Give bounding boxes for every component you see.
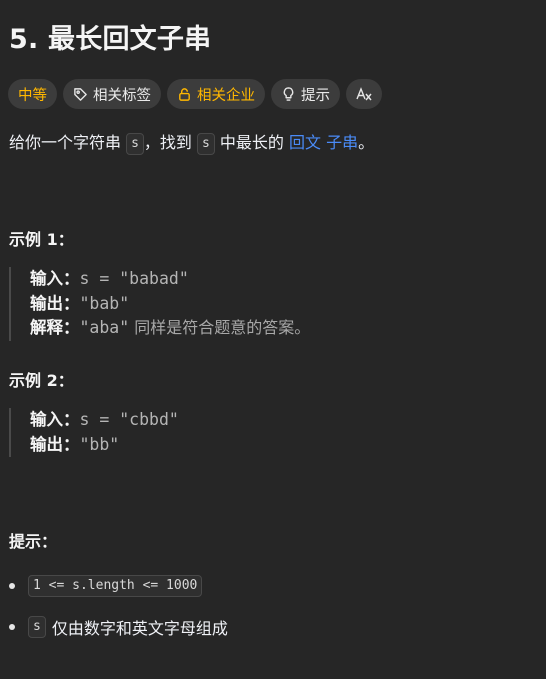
related-topics-button[interactable]: 相关标签 — [63, 79, 161, 109]
input-label: 输入： — [30, 269, 80, 288]
explanation-note: 同样是符合题意的答案。 — [129, 318, 311, 337]
problem-title: 5. 最长回文子串 — [9, 24, 212, 55]
related-topics-label: 相关标签 — [93, 87, 151, 104]
example-1-input: 输入：s = "babad" — [30, 267, 310, 292]
constraint-text: 仅由数字和英文字母组成 — [51, 619, 228, 638]
constraints-heading: 提示： — [9, 532, 58, 551]
input-label: 输入： — [30, 410, 80, 429]
lock-icon — [177, 87, 192, 102]
example-1-explanation: 解释："aba" 同样是符合题意的答案。 — [30, 316, 310, 341]
explanation-label: 解释： — [30, 318, 80, 337]
problem-description: 给你一个字符串 s ，找到 s 中最长的 回文 子串。 — [9, 130, 374, 156]
output-value: "bb" — [79, 434, 120, 454]
constraint-item: s 仅由数字和英文字母组成 — [0, 613, 228, 641]
output-label: 输出： — [30, 434, 80, 454]
bullet-dot — [9, 624, 15, 630]
inline-code: s — [197, 133, 215, 155]
example-1-output: 输出："bab" — [30, 292, 310, 317]
difficulty-badge[interactable]: 中等 — [8, 79, 57, 109]
hint-button[interactable]: 提示 — [271, 79, 340, 109]
input-value: s = "cbbd" — [79, 410, 179, 429]
description-text: ，找到 — [143, 133, 198, 152]
tag-bar: 中等 相关标签 相关企业 提示 — [8, 79, 382, 109]
example-2-input: 输入：s = "cbbd" — [30, 408, 179, 433]
description-text: 中最长的 — [214, 133, 290, 152]
example-2-output: 输出："bb" — [30, 433, 179, 458]
description-text: 给你一个字符串 — [9, 133, 127, 152]
output-value: "bab" — [79, 293, 130, 313]
related-companies-label: 相关企业 — [197, 87, 255, 104]
palindrome-link[interactable]: 回文 — [289, 133, 321, 152]
example-2-heading: 示例 2： — [9, 371, 74, 390]
difficulty-label: 中等 — [18, 87, 47, 104]
lightbulb-icon — [281, 86, 296, 102]
substring-link[interactable]: 子串 — [326, 133, 358, 152]
bullet-dot — [9, 583, 15, 589]
input-value: s = "babad" — [79, 269, 189, 288]
example-2-block: 输入：s = "cbbd" 输出："bb" — [9, 408, 179, 457]
related-companies-button[interactable]: 相关企业 — [167, 79, 265, 109]
output-label: 输出： — [30, 293, 80, 313]
inline-code: 1 <= s.length <= 1000 — [28, 575, 203, 597]
inline-code: s — [28, 616, 46, 638]
description-text: 。 — [358, 133, 375, 152]
tag-icon — [73, 87, 88, 102]
constraints-list: 1 <= s.length <= 1000 s 仅由数字和英文字母组成 — [0, 572, 228, 654]
translate-button[interactable] — [346, 79, 382, 109]
inline-code: s — [126, 133, 144, 155]
example-1-heading: 示例 1： — [9, 230, 74, 249]
constraint-item: 1 <= s.length <= 1000 — [0, 572, 228, 600]
translate-icon — [355, 86, 373, 102]
hint-label: 提示 — [301, 87, 330, 104]
example-1-block: 输入：s = "babad" 输出："bab" 解释："aba" 同样是符合题意… — [9, 267, 310, 341]
explanation-value: "aba" — [79, 318, 130, 337]
